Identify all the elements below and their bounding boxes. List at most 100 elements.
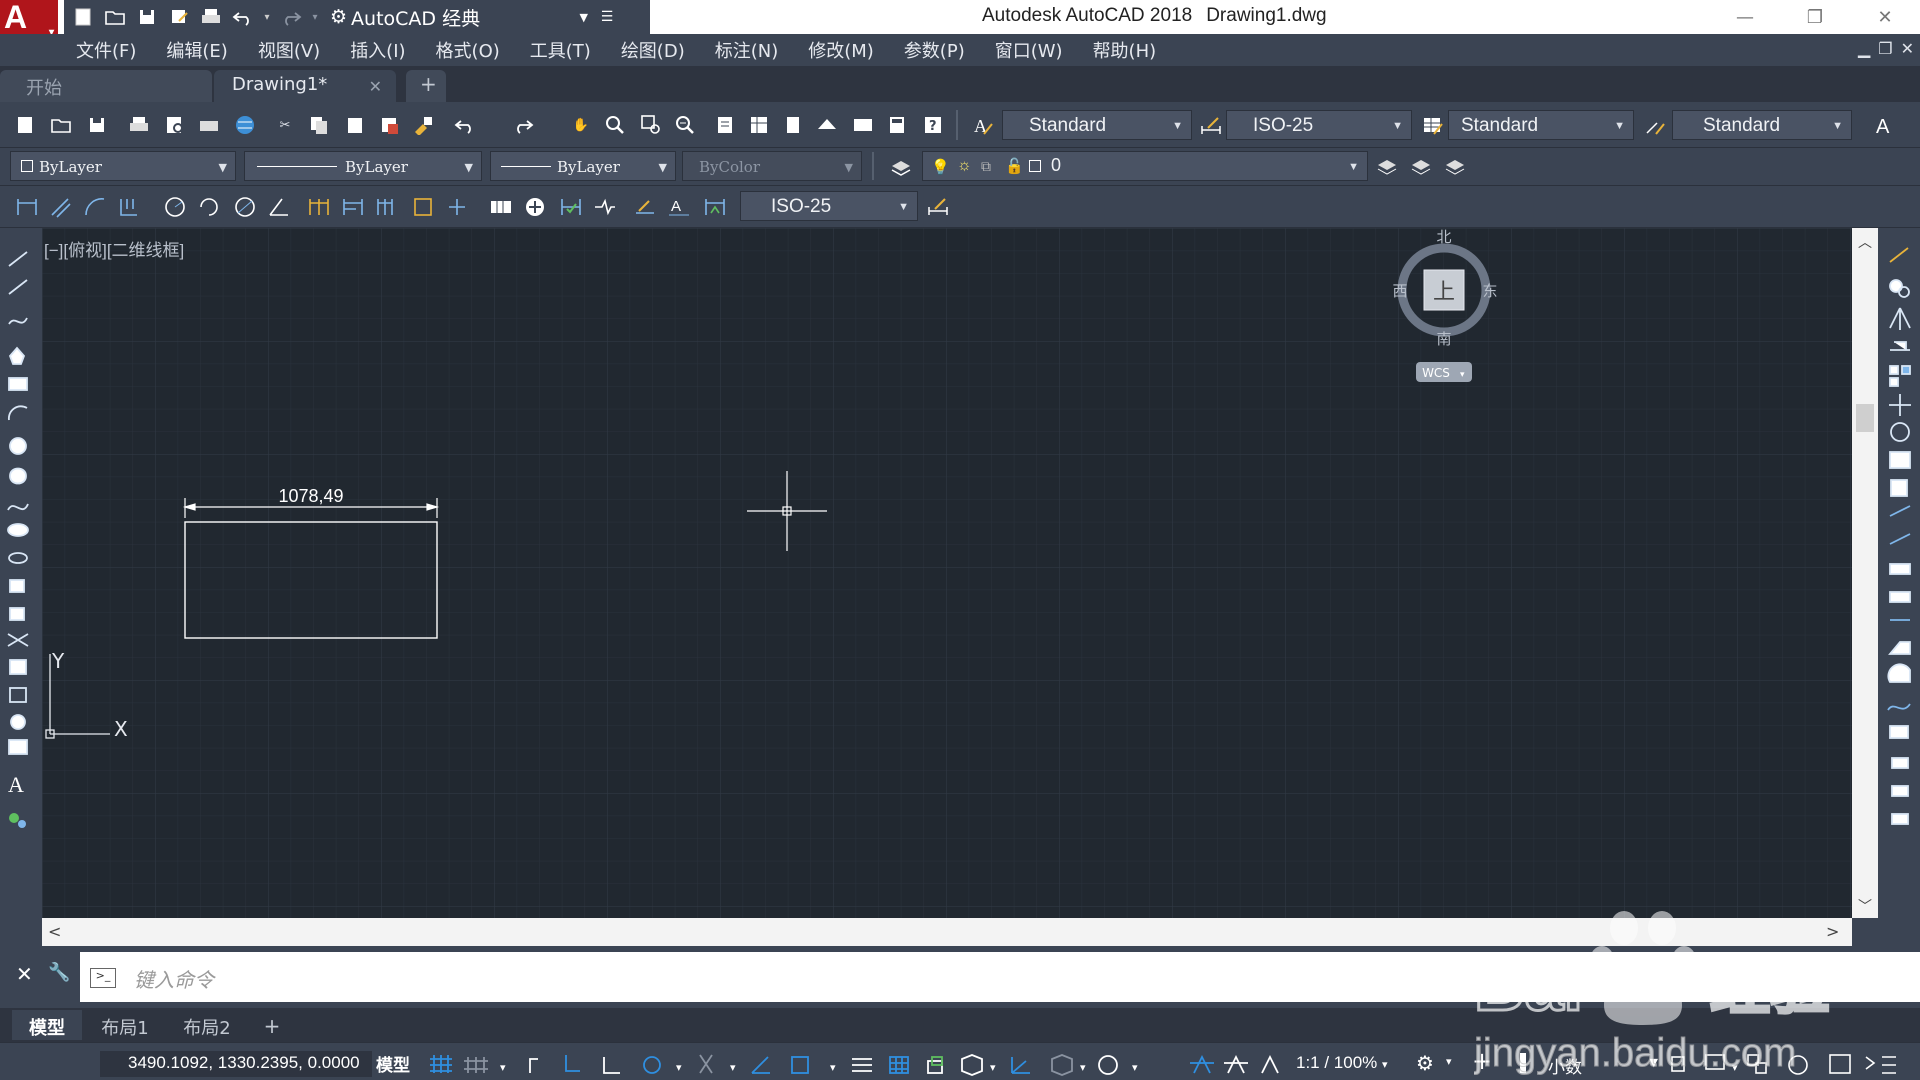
ortho-toggle-icon[interactable]: [603, 1057, 620, 1074]
quick-dimension-icon[interactable]: [306, 194, 332, 220]
pan-hand-icon[interactable]: ✋: [568, 112, 594, 138]
match-properties-icon[interactable]: [410, 112, 436, 138]
restore-button[interactable]: ❐: [1780, 0, 1850, 34]
diameter-dimension-icon[interactable]: [232, 194, 258, 220]
horizontal-scrollbar[interactable]: < >: [42, 918, 1852, 946]
lineweight-select[interactable]: ByLayer ▼: [490, 151, 676, 181]
dimension-style-select[interactable]: ISO-25 ▼: [1226, 110, 1412, 140]
tolerance-icon[interactable]: [488, 194, 514, 220]
color-select[interactable]: ByLayer ▼: [10, 151, 236, 181]
scroll-down-icon[interactable]: ﹀: [1858, 896, 1872, 916]
globe-icon[interactable]: [232, 112, 258, 138]
zoom-window-icon[interactable]: [638, 112, 664, 138]
jogged-linear-icon[interactable]: [592, 194, 618, 220]
linear-dimension-icon[interactable]: [14, 194, 40, 220]
dimension-space-icon[interactable]: [410, 194, 436, 220]
menu-edit[interactable]: 编辑(E): [166, 37, 227, 63]
open-icon[interactable]: [48, 112, 74, 138]
baseline-dimension-icon[interactable]: [340, 194, 366, 220]
menu-draw[interactable]: 绘图(D): [621, 37, 685, 63]
hardware-acceleration-icon[interactable]: [1788, 1055, 1808, 1075]
tab-model[interactable]: 模型: [12, 1010, 82, 1040]
redo-icon[interactable]: [510, 112, 536, 138]
polar-tracking-icon[interactable]: [643, 1056, 661, 1074]
workspace-switcher[interactable]: ⚙ AutoCAD 经典 ▼: [330, 4, 588, 31]
annotation-scale-select[interactable]: 1:1 / 100% ▾: [1296, 1053, 1388, 1073]
undo-icon[interactable]: [230, 5, 256, 29]
undo-dropdown-icon[interactable]: ▾: [262, 5, 272, 29]
new-icon[interactable]: [12, 112, 38, 138]
command-input[interactable]: >_ 键入命令: [80, 952, 1920, 1002]
menu-parameter[interactable]: 参数(P): [904, 37, 965, 63]
close-icon[interactable]: ✕: [16, 962, 33, 986]
menu-window[interactable]: 窗口(W): [995, 37, 1063, 63]
menu-insert[interactable]: 插入(I): [350, 37, 405, 63]
linetype-select[interactable]: ByLayer ▼: [244, 151, 482, 181]
command-history-icon[interactable]: >_: [90, 968, 116, 988]
layer-previous-icon[interactable]: [1408, 154, 1434, 180]
text-style-icon[interactable]: A: [970, 112, 996, 138]
new-tab-button[interactable]: +: [406, 70, 446, 102]
plot-icon[interactable]: [126, 112, 152, 138]
tab-drawing1[interactable]: Drawing1* ✕: [214, 70, 396, 102]
object-snap-icon[interactable]: [791, 1056, 809, 1074]
lock-ui-icon[interactable]: [1705, 1054, 1725, 1070]
menu-help[interactable]: 帮助(H): [1093, 37, 1157, 63]
dimension-break-icon[interactable]: [444, 194, 470, 220]
customize-qat-icon[interactable]: ☰: [594, 5, 620, 29]
redo-dropdown-icon[interactable]: ▾: [310, 5, 320, 29]
close-button[interactable]: ✕: [1850, 0, 1920, 34]
minimize-button[interactable]: —: [1710, 0, 1780, 34]
3d-object-snap-icon[interactable]: [961, 1054, 983, 1076]
dimension-style-select-2[interactable]: ISO-25 ▼: [740, 191, 918, 221]
ordinate-dimension-icon[interactable]: [116, 194, 142, 220]
dimension-text-edit-icon[interactable]: A: [666, 194, 692, 220]
block-editor-icon[interactable]: [376, 112, 402, 138]
customize-icon[interactable]: [1865, 1056, 1876, 1070]
viewport-controls[interactable]: [−][俯视][二维线框]: [44, 236, 184, 261]
save-icon[interactable]: [84, 112, 110, 138]
text-style-select[interactable]: Standard ▼: [1002, 110, 1192, 140]
dimension-style-icon[interactable]: [1198, 112, 1224, 138]
quick-properties-icon[interactable]: [1671, 1056, 1685, 1072]
save-as-icon[interactable]: [166, 5, 192, 29]
grid-toggle-icon[interactable]: [430, 1055, 452, 1073]
new-file-icon[interactable]: [70, 5, 96, 29]
snap-toggle-icon[interactable]: [464, 1057, 488, 1073]
units-select[interactable]: 小数 ▼: [1548, 1053, 1658, 1078]
auto-scale-icon[interactable]: [1224, 1054, 1248, 1074]
infer-constraints-icon[interactable]: [529, 1058, 538, 1073]
copy-icon[interactable]: [306, 112, 332, 138]
tab-layout1[interactable]: 布局1: [86, 1010, 164, 1040]
properties-icon[interactable]: [712, 112, 738, 138]
scroll-right-icon[interactable]: >: [1826, 922, 1839, 941]
object-snap-tracking-icon[interactable]: [751, 1056, 770, 1074]
dimension-style-manager-icon[interactable]: [926, 194, 952, 220]
open-folder-icon[interactable]: [102, 5, 128, 29]
dynamic-input-icon[interactable]: [565, 1055, 580, 1072]
markup-icon[interactable]: [850, 112, 876, 138]
save-icon[interactable]: [134, 5, 160, 29]
inspection-icon[interactable]: [558, 194, 584, 220]
arc-length-icon[interactable]: [82, 194, 108, 220]
scroll-thumb[interactable]: [1856, 404, 1874, 432]
layer-state-icon[interactable]: [1442, 154, 1468, 180]
selection-filter-icon[interactable]: [1051, 1054, 1073, 1076]
sheet-set-icon[interactable]: [814, 112, 840, 138]
calculator-icon[interactable]: [884, 112, 910, 138]
selection-cycling-icon[interactable]: [927, 1056, 943, 1074]
menu-icon[interactable]: [1882, 1056, 1896, 1074]
radius-dimension-icon[interactable]: [162, 194, 188, 220]
center-mark-icon[interactable]: [522, 194, 548, 220]
model-space[interactable]: 1078,49 Y X 上 北 南 东 西 WCS ▾: [42, 228, 1852, 918]
help-icon[interactable]: ?: [920, 112, 946, 138]
aligned-dimension-icon[interactable]: [48, 194, 74, 220]
menu-view[interactable]: 视图(V): [258, 37, 320, 63]
continue-dimension-icon[interactable]: [374, 194, 400, 220]
print-icon[interactable]: [198, 5, 224, 29]
compass-east[interactable]: 东: [1482, 282, 1497, 300]
drawing-canvas[interactable]: 1078,49 Y X 上 北 南 东 西 WCS ▾ [−][俯视][二维线框…: [42, 228, 1852, 918]
zoom-previous-icon[interactable]: [672, 112, 698, 138]
menu-dimension[interactable]: 标注(N): [715, 37, 779, 63]
paste-icon[interactable]: [342, 112, 368, 138]
